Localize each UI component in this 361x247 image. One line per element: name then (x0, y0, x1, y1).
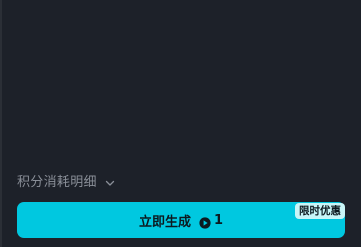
credits-detail-label: 积分消耗明细 (17, 174, 97, 190)
generate-button-label: 立即生成 (138, 214, 191, 230)
generation-panel: 积分消耗明细 立即生成 1 限时优惠 (0, 0, 361, 247)
credits-detail-toggle[interactable]: 积分消耗明细 (17, 170, 116, 190)
credit-cost: 1 (199, 212, 224, 229)
credit-coin-icon (199, 214, 211, 229)
credit-cost-value: 1 (213, 212, 224, 228)
limited-offer-badge: 限时优惠 (295, 203, 345, 219)
chevron-down-icon (104, 174, 116, 186)
panel-divider (0, 0, 2, 247)
